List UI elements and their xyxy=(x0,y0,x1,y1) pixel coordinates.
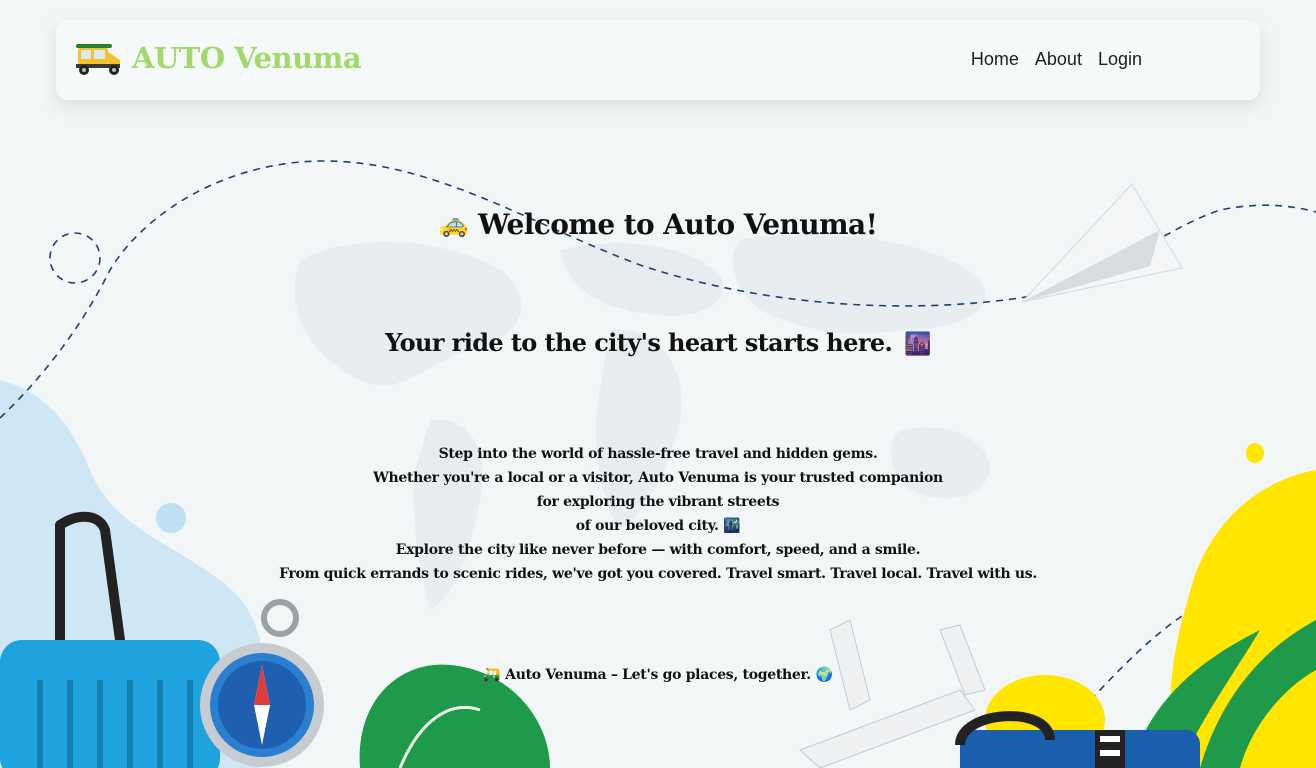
intro-line: for exploring the vibrant streets xyxy=(536,494,780,510)
intro-line: of our beloved city. 🌃 xyxy=(575,518,741,534)
intro-line: From quick errands to scenic rides, we'v… xyxy=(279,566,1037,582)
city-dusk-icon: 🌆 xyxy=(904,331,931,357)
page-title: 🚕 Welcome to Auto Venuma! xyxy=(0,208,1316,241)
tagline-text: Your ride to the city's heart starts her… xyxy=(385,328,893,357)
intro-line: Step into the world of hassle-free trave… xyxy=(438,446,878,462)
auto-rickshaw-icon xyxy=(76,44,120,75)
nav-login-link[interactable]: Login xyxy=(1098,49,1142,70)
footer-slogan-text: Auto Venuma – Let's go places, together. xyxy=(505,667,811,683)
auto-rickshaw-emoji-icon: 🛺 xyxy=(483,667,501,683)
navbar: AUTO Venuma Home About Login xyxy=(56,20,1260,100)
main-nav: Home About Login xyxy=(971,49,1142,70)
footer-slogan: 🛺 Auto Venuma – Let's go places, togethe… xyxy=(0,667,1316,683)
intro-line: Whether you're a local or a visitor, Aut… xyxy=(373,470,943,486)
nav-home-link[interactable]: Home xyxy=(971,49,1019,70)
hero-section: 🚕 Welcome to Auto Venuma! Your ride to th… xyxy=(0,0,1316,768)
tagline: Your ride to the city's heart starts her… xyxy=(0,328,1316,357)
brand-name: AUTO Venuma xyxy=(132,41,362,75)
globe-icon: 🌍 xyxy=(815,667,833,683)
brand[interactable]: AUTO Venuma xyxy=(70,40,362,76)
welcome-heading: Welcome to Auto Venuma! xyxy=(478,208,878,241)
taxi-icon: 🚕 xyxy=(438,209,469,238)
intro-paragraph: Step into the world of hassle-free trave… xyxy=(0,442,1316,586)
intro-line: Explore the city like never before — wit… xyxy=(395,542,921,558)
nav-about-link[interactable]: About xyxy=(1035,49,1082,70)
